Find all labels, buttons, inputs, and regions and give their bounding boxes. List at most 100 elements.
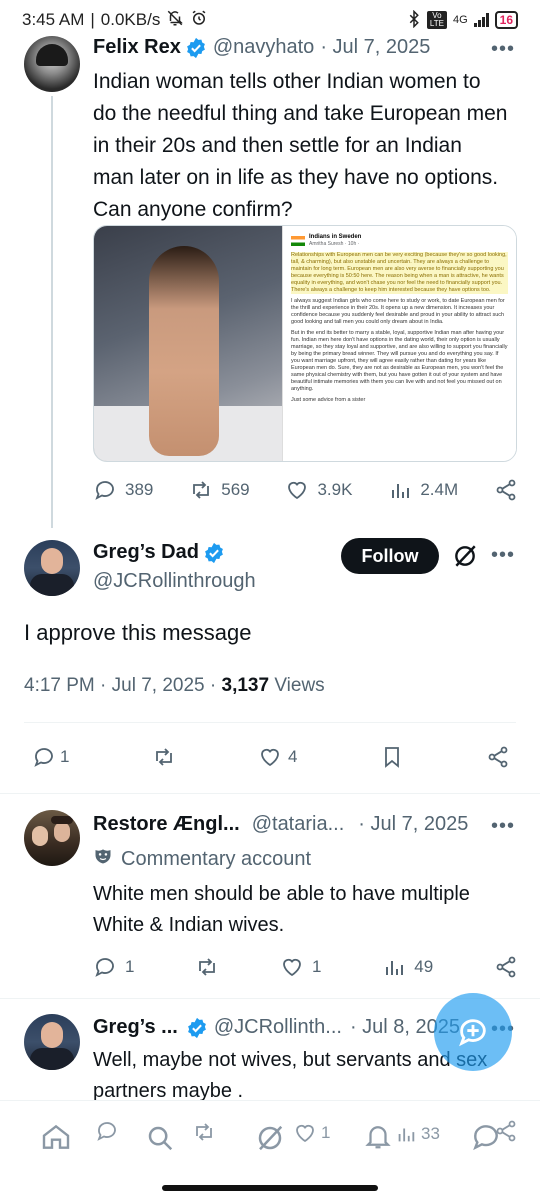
reply-count: 389: [125, 480, 154, 499]
more-icon[interactable]: •••: [491, 38, 515, 61]
verified-badge-icon: [205, 542, 223, 563]
flag-icon: [291, 236, 305, 246]
more-icon[interactable]: •••: [491, 544, 515, 567]
tweet-date[interactable]: · Jul 7, 2025: [320, 36, 430, 59]
post-author: Amritha Suresh · 10h ·: [309, 241, 360, 247]
tweet-text: Indian woman tells other Indian women to…: [93, 70, 508, 221]
post-paragraph: I always suggest Indian girls who come h…: [291, 298, 505, 325]
author-name[interactable]: Greg’s ...: [93, 1016, 178, 1039]
like-button[interactable]: 3.9K: [285, 478, 352, 502]
like-button[interactable]: 4: [258, 745, 297, 769]
network-type: 4G: [452, 14, 468, 26]
reply-button[interactable]: 389: [93, 478, 153, 502]
verified-badge-icon: [186, 37, 205, 58]
tweet-text: White men should be able to have multipl…: [93, 883, 470, 936]
tweet-time: 4:17 PM · Jul 7, 2025 ·: [24, 675, 222, 696]
tweet-date[interactable]: · Jul 7, 2025: [358, 813, 468, 836]
heart-icon: [288, 481, 307, 500]
views-icon: [386, 961, 404, 975]
repost-icon[interactable]: [192, 1120, 216, 1144]
like-count: 3.9K: [317, 480, 353, 499]
share-icon[interactable]: [494, 1119, 518, 1143]
signal-icon: [473, 13, 489, 27]
media-photo[interactable]: [94, 226, 282, 461]
reply-button[interactable]: 1: [32, 745, 69, 769]
views-button[interactable]: 49: [382, 955, 433, 979]
share-icon: [488, 746, 508, 768]
grok-icon[interactable]: [255, 1123, 285, 1153]
tweet-header: Greg’s ... @JCRollinth... · Jul 8, 2025: [93, 1016, 460, 1039]
author-name[interactable]: Restore Ængl...: [93, 813, 240, 836]
bluetooth-icon: [407, 9, 421, 31]
author-name[interactable]: Felix Rex: [93, 36, 181, 59]
post-paragraph: Relationships with European men can be v…: [291, 252, 508, 294]
photo-figure: [149, 246, 219, 456]
post-paragraph: Just some advice from a sister: [291, 397, 366, 403]
repost-icon: [199, 958, 216, 976]
like-count: 1: [321, 1123, 331, 1142]
bottom-nav: 1 33: [0, 1100, 540, 1170]
bookmark-button[interactable]: [380, 745, 404, 769]
status-time: 3:45 AM: [22, 10, 85, 29]
repost-button[interactable]: [152, 745, 176, 769]
repost-icon: [193, 481, 210, 499]
grok-icon[interactable]: [452, 543, 478, 574]
avatar[interactable]: [24, 540, 80, 596]
tweet-actions: 1 4: [32, 745, 510, 769]
tweet-header: @JCRollinthrough: [93, 570, 256, 593]
notifications-icon[interactable]: [363, 1121, 393, 1151]
share-button[interactable]: [486, 745, 510, 769]
author-handle[interactable]: @JCRollinth...: [214, 1016, 342, 1039]
views-count: 2.4M: [420, 480, 459, 499]
post-group: Indians in Sweden: [309, 234, 362, 240]
tweet-media[interactable]: Indians in Sweden Amritha Suresh · 10h ·…: [93, 225, 517, 462]
author-name[interactable]: Greg’s Dad: [93, 541, 199, 564]
views-button[interactable]: 2.4M: [388, 478, 458, 502]
verified-badge-icon: [187, 1017, 206, 1038]
like-button[interactable]: 1: [280, 955, 322, 979]
status-bar: 3:45 AM | 0.0KB/s Vo LTE 4G 16: [0, 0, 540, 40]
share-button[interactable]: [494, 955, 518, 979]
author-handle[interactable]: @JCRollinthrough: [93, 570, 256, 593]
volte-icon: Vo LTE: [426, 11, 447, 29]
repost-button[interactable]: 569: [189, 478, 250, 502]
post-head: Indians in Sweden Amritha Suresh · 10h ·: [291, 234, 508, 248]
author-handle[interactable]: @navyhato: [213, 36, 314, 59]
divider: [24, 722, 516, 723]
media-screenshot[interactable]: Indians in Sweden Amritha Suresh · 10h ·…: [282, 226, 516, 461]
commentary-text: Commentary account: [121, 847, 312, 870]
avatar[interactable]: [24, 1014, 80, 1070]
reply-count: 1: [60, 747, 70, 766]
commentary-label: Commentary account: [93, 846, 311, 872]
share-button[interactable]: [494, 478, 518, 502]
search-icon[interactable]: [145, 1123, 175, 1153]
post-paragraph: But in the end its better to marry a sta…: [291, 330, 508, 392]
reply-icon: [95, 958, 114, 977]
reply-icon[interactable]: [95, 1119, 119, 1143]
tweet-text: I approve this message: [24, 620, 252, 645]
battery-level: 16: [499, 13, 513, 27]
views-button[interactable]: 33: [395, 1123, 440, 1145]
more-icon[interactable]: •••: [491, 815, 515, 838]
tweet-header: Felix Rex @navyhato · Jul 7, 2025: [93, 36, 430, 59]
avatar[interactable]: [24, 36, 80, 92]
repost-icon: [155, 748, 172, 766]
tweet-actions: 389 569 3.9K 2.4M: [93, 478, 518, 502]
post-body: Relationships with European men can be v…: [291, 252, 508, 404]
heart-icon: [283, 958, 301, 977]
home-indicator[interactable]: [162, 1185, 378, 1191]
battery-icon: 16: [494, 11, 518, 29]
status-left: 3:45 AM | 0.0KB/s: [22, 9, 208, 32]
divider: [0, 793, 540, 794]
tweet-actions: 1 1 49: [93, 955, 518, 979]
compose-reply-button[interactable]: [434, 993, 512, 1071]
like-button[interactable]: 1: [293, 1121, 330, 1145]
bookmark-icon: [384, 747, 399, 768]
views-label: Views: [269, 675, 325, 696]
avatar[interactable]: [24, 810, 80, 866]
reply-button[interactable]: 1: [93, 955, 134, 979]
home-icon[interactable]: [40, 1121, 72, 1153]
author-handle[interactable]: @tataria...: [252, 813, 345, 836]
repost-button[interactable]: [195, 955, 219, 979]
follow-button[interactable]: Follow: [341, 538, 439, 574]
